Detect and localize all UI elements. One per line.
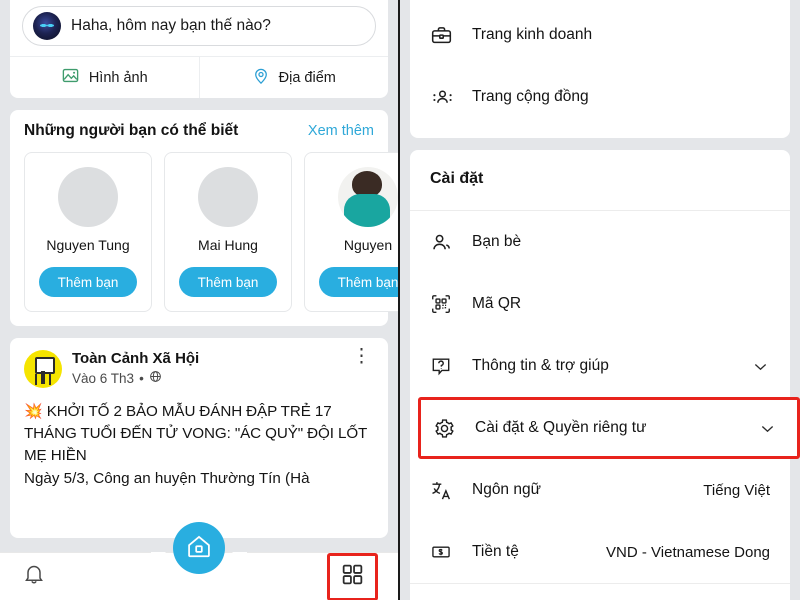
post-meta-separator: • [139,370,144,386]
friend-avatar [58,167,118,227]
left-phone-screen: Haha, hôm nay bạn thế nào? Hình ảnh Địa … [0,0,400,600]
image-icon [61,66,80,89]
right-phone-screen: Trang kinh doanh Trang cộng đồng Cài đặt… [400,0,800,600]
menu-item-help-label: Thông tin & trợ giúp [472,357,609,374]
post-headline-text: KHỞI TỐ 2 BẢO MẪU ĐÁNH ĐẬP TRẺ 17 THÁNG … [24,403,367,464]
explosion-emoji: 💥 [24,403,43,420]
menu-item-currency-value: VND - Vietnamese Dong [606,543,770,561]
menu-item-community-page[interactable]: Trang cộng đồng [410,66,790,128]
see-more-link[interactable]: Xem thêm [308,123,374,139]
menu-item-business-page-label: Trang kinh doanh [472,26,593,43]
menu-item-friends[interactable]: Bạn bè [410,211,790,273]
screenshot-root: Haha, hôm nay bạn thế nào? Hình ảnh Địa … [0,0,800,600]
composer-action-location-label: Địa điểm [278,69,336,86]
grid-menu-highlight[interactable] [327,552,378,600]
friend-suggestion-card[interactable]: Nguyen Tung Thêm bạn [24,152,152,312]
post-header: Toàn Cảnh Xã Hội Vào 6 Th3 • ⋮ [24,347,374,388]
friend-suggestion-card[interactable]: Nguyen Thêm bạn [304,152,398,312]
composer-placeholder: Haha, hôm nay bạn thế nào? [71,17,271,34]
settings-privacy-highlight[interactable]: Cài đặt & Quyền riêng tư [418,397,800,459]
friend-suggestions-header: Những người bạn có thể biết Xem thêm [10,122,388,152]
more-vertical-icon[interactable]: ⋮ [349,347,374,366]
user-avatar [33,12,61,40]
post-meta: Toàn Cảnh Xã Hội Vào 6 Th3 • [72,350,349,386]
friend-name: Nguyen Tung [46,237,130,253]
menu-item-language[interactable]: Ngôn ngữ Tiếng Việt [410,459,790,521]
menu-item-settings-privacy-label: Cài đặt & Quyền riêng tư [475,419,647,436]
settings-section-title: Cài đặt [430,170,484,187]
menu-item-currency-label: Tiền tệ [472,543,519,560]
account-pages-card: Trang kinh doanh Trang cộng đồng [410,0,790,138]
post-excerpt: Ngày 5/3, Công an huyện Thường Tín (Hà [24,470,310,487]
menu-item-language-value: Tiếng Việt [703,481,770,499]
chevron-down-icon[interactable] [751,357,770,376]
friend-suggestion-card[interactable]: Mai Hung Thêm bạn [164,152,292,312]
add-friend-button[interactable]: Thêm bạn [179,267,277,297]
settings-section-header: Cài đặt [410,150,790,210]
chevron-down-icon[interactable] [758,419,777,438]
composer-input[interactable]: Haha, hôm nay bạn thế nào? [22,6,376,46]
composer-action-location[interactable]: Địa điểm [198,57,389,98]
friend-name: Nguyen [343,237,393,253]
post-timestamp: Vào 6 Th3 [72,370,135,386]
grid-menu-icon[interactable] [340,562,365,592]
menu-item-currency[interactable]: Tiền tệ VND - Vietnamese Dong [410,521,790,583]
feed-post-card: Toàn Cảnh Xã Hội Vào 6 Th3 • ⋮ 💥 KHỞI TỐ… [10,338,388,538]
friend-name: Mai Hung [198,237,258,253]
home-fab-button[interactable] [173,522,225,574]
friend-suggestions-strip[interactable]: Nguyen Tung Thêm bạn Mai Hung Thêm bạn N… [10,152,398,312]
friend-suggestions-card: Những người bạn có thể biết Xem thêm Ngu… [10,110,398,326]
post-headline: 💥 KHỞI TỐ 2 BẢO MẪU ĐÁNH ĐẬP TRẺ 17 THÁN… [24,401,374,467]
menu-item-friends-label: Bạn bè [472,233,522,250]
menu-item-help[interactable]: Thông tin & trợ giúp [410,335,790,397]
composer-input-row[interactable]: Haha, hôm nay bạn thế nào? [10,6,388,56]
bell-icon[interactable] [22,562,46,591]
currency-icon [430,541,458,563]
post-timestamp-row: Vào 6 Th3 • [72,370,349,386]
menu-item-language-label: Ngôn ngữ [472,481,541,498]
menu-item-logout[interactable]: Đăng xuất [410,584,790,600]
composer-action-photo[interactable]: Hình ảnh [10,57,199,98]
briefcase-icon [430,24,458,47]
post-composer-card: Haha, hôm nay bạn thế nào? Hình ảnh Địa … [10,0,388,98]
friend-avatar [198,167,258,227]
community-group-icon [430,85,458,110]
translate-icon [430,479,458,502]
friends-icon [430,231,458,254]
home-icon [185,532,213,565]
gear-icon [433,417,461,440]
menu-item-business-page[interactable]: Trang kinh doanh [410,4,790,66]
friend-avatar [338,167,398,227]
menu-item-qr-code-label: Mã QR [472,295,522,312]
settings-card: Cài đặt Bạn bè Mã QR Thông tin & trợ giú… [410,150,800,600]
menu-item-qr-code[interactable]: Mã QR [410,273,790,335]
location-pin-icon [252,67,270,89]
post-author-name[interactable]: Toàn Cảnh Xã Hội [72,350,349,367]
qr-code-icon [430,293,458,315]
composer-action-photo-label: Hình ảnh [88,69,148,86]
composer-actions: Hình ảnh Địa điểm [10,56,388,98]
add-friend-button[interactable]: Thêm bạn [39,267,137,297]
post-author-avatar[interactable] [24,350,62,388]
friend-suggestions-title: Những người bạn có thể biết [24,122,239,139]
menu-item-settings-privacy[interactable]: Cài đặt & Quyền riêng tư [421,400,797,456]
globe-icon [149,370,162,386]
help-icon [430,355,458,377]
post-body: 💥 KHỞI TỐ 2 BẢO MẪU ĐÁNH ĐẬP TRẺ 17 THÁN… [24,401,374,490]
add-friend-button[interactable]: Thêm bạn [319,267,398,297]
menu-item-community-page-label: Trang cộng đồng [472,88,589,105]
